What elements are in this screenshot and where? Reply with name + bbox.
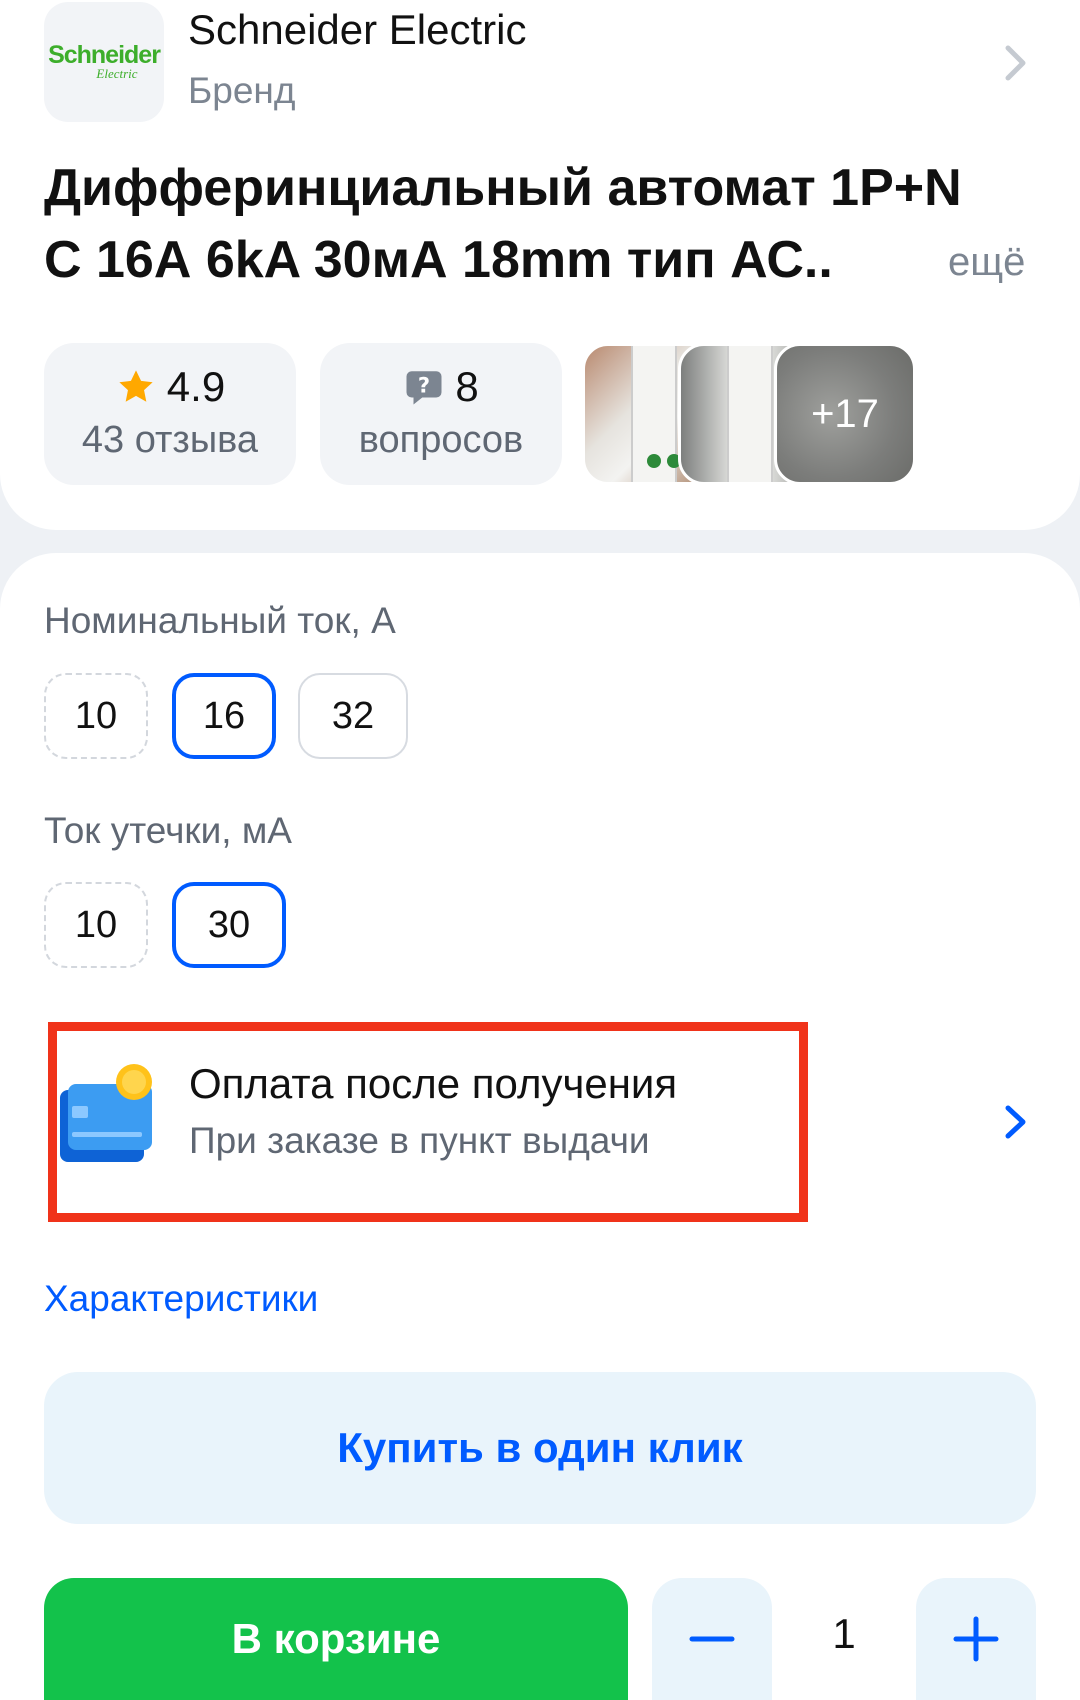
chevron-right-icon[interactable] — [996, 38, 1036, 88]
gallery-more-count: +17 — [811, 392, 879, 436]
highlight-box — [48, 1022, 808, 1222]
minus-icon — [689, 1636, 735, 1642]
questions-pill[interactable]: ? 8 вопросов — [320, 343, 562, 485]
option-leakage-10[interactable]: 10 — [44, 882, 148, 968]
chevron-right-icon[interactable] — [996, 1092, 1036, 1152]
option-nominal-16[interactable]: 16 — [172, 673, 276, 759]
brand-logo-text: Schneider — [48, 41, 161, 69]
nominal-current-label: Номинальный ток, А — [44, 600, 396, 641]
option-nominal-32[interactable]: 32 — [298, 673, 408, 759]
brand-row[interactable]: Schneider Electric Schneider Electric Бр… — [44, 0, 1036, 125]
device-indicator — [647, 454, 661, 468]
rating-value: 4.9 — [166, 363, 226, 410]
device-image — [727, 346, 774, 482]
plus-icon — [953, 1616, 999, 1662]
brand-logo-subtext: Electric — [96, 66, 138, 81]
quantity-decrease-button[interactable] — [652, 1578, 772, 1700]
buy-one-click-button[interactable]: Купить в один клик — [44, 1372, 1036, 1524]
option-nominal-10[interactable]: 10 — [44, 673, 148, 759]
title-more-link[interactable]: ещё — [948, 240, 1025, 285]
brand-logo: Schneider Electric — [44, 2, 164, 122]
brand-name[interactable]: Schneider Electric — [188, 6, 526, 54]
rating-pill[interactable]: 4.9 43 отзыва — [44, 343, 296, 485]
quantity-value: 1 — [832, 1610, 856, 1657]
quantity-increase-button[interactable] — [916, 1578, 1036, 1700]
questions-count: 8 — [455, 363, 479, 410]
question-bubble-icon: ? — [406, 371, 442, 405]
svg-text:?: ? — [418, 373, 430, 397]
in-cart-button[interactable]: В корзине — [44, 1578, 628, 1700]
gallery-thumb-more[interactable]: +17 — [774, 343, 916, 485]
leakage-current-label: Ток утечки, мА — [44, 810, 292, 851]
product-header-card: Schneider Electric Schneider Electric Бр… — [0, 0, 1080, 530]
questions-label: вопросов — [358, 419, 524, 461]
product-title: Дифферинциальный автомат 1P+N С 16А 6kA … — [44, 159, 962, 289]
specifications-link[interactable]: Характеристики — [44, 1278, 318, 1320]
star-icon — [119, 370, 153, 402]
option-leakage-30[interactable]: 30 — [172, 882, 286, 968]
brand-subtitle: Бренд — [188, 70, 296, 111]
reviews-count: 43 отзыва — [81, 419, 259, 461]
